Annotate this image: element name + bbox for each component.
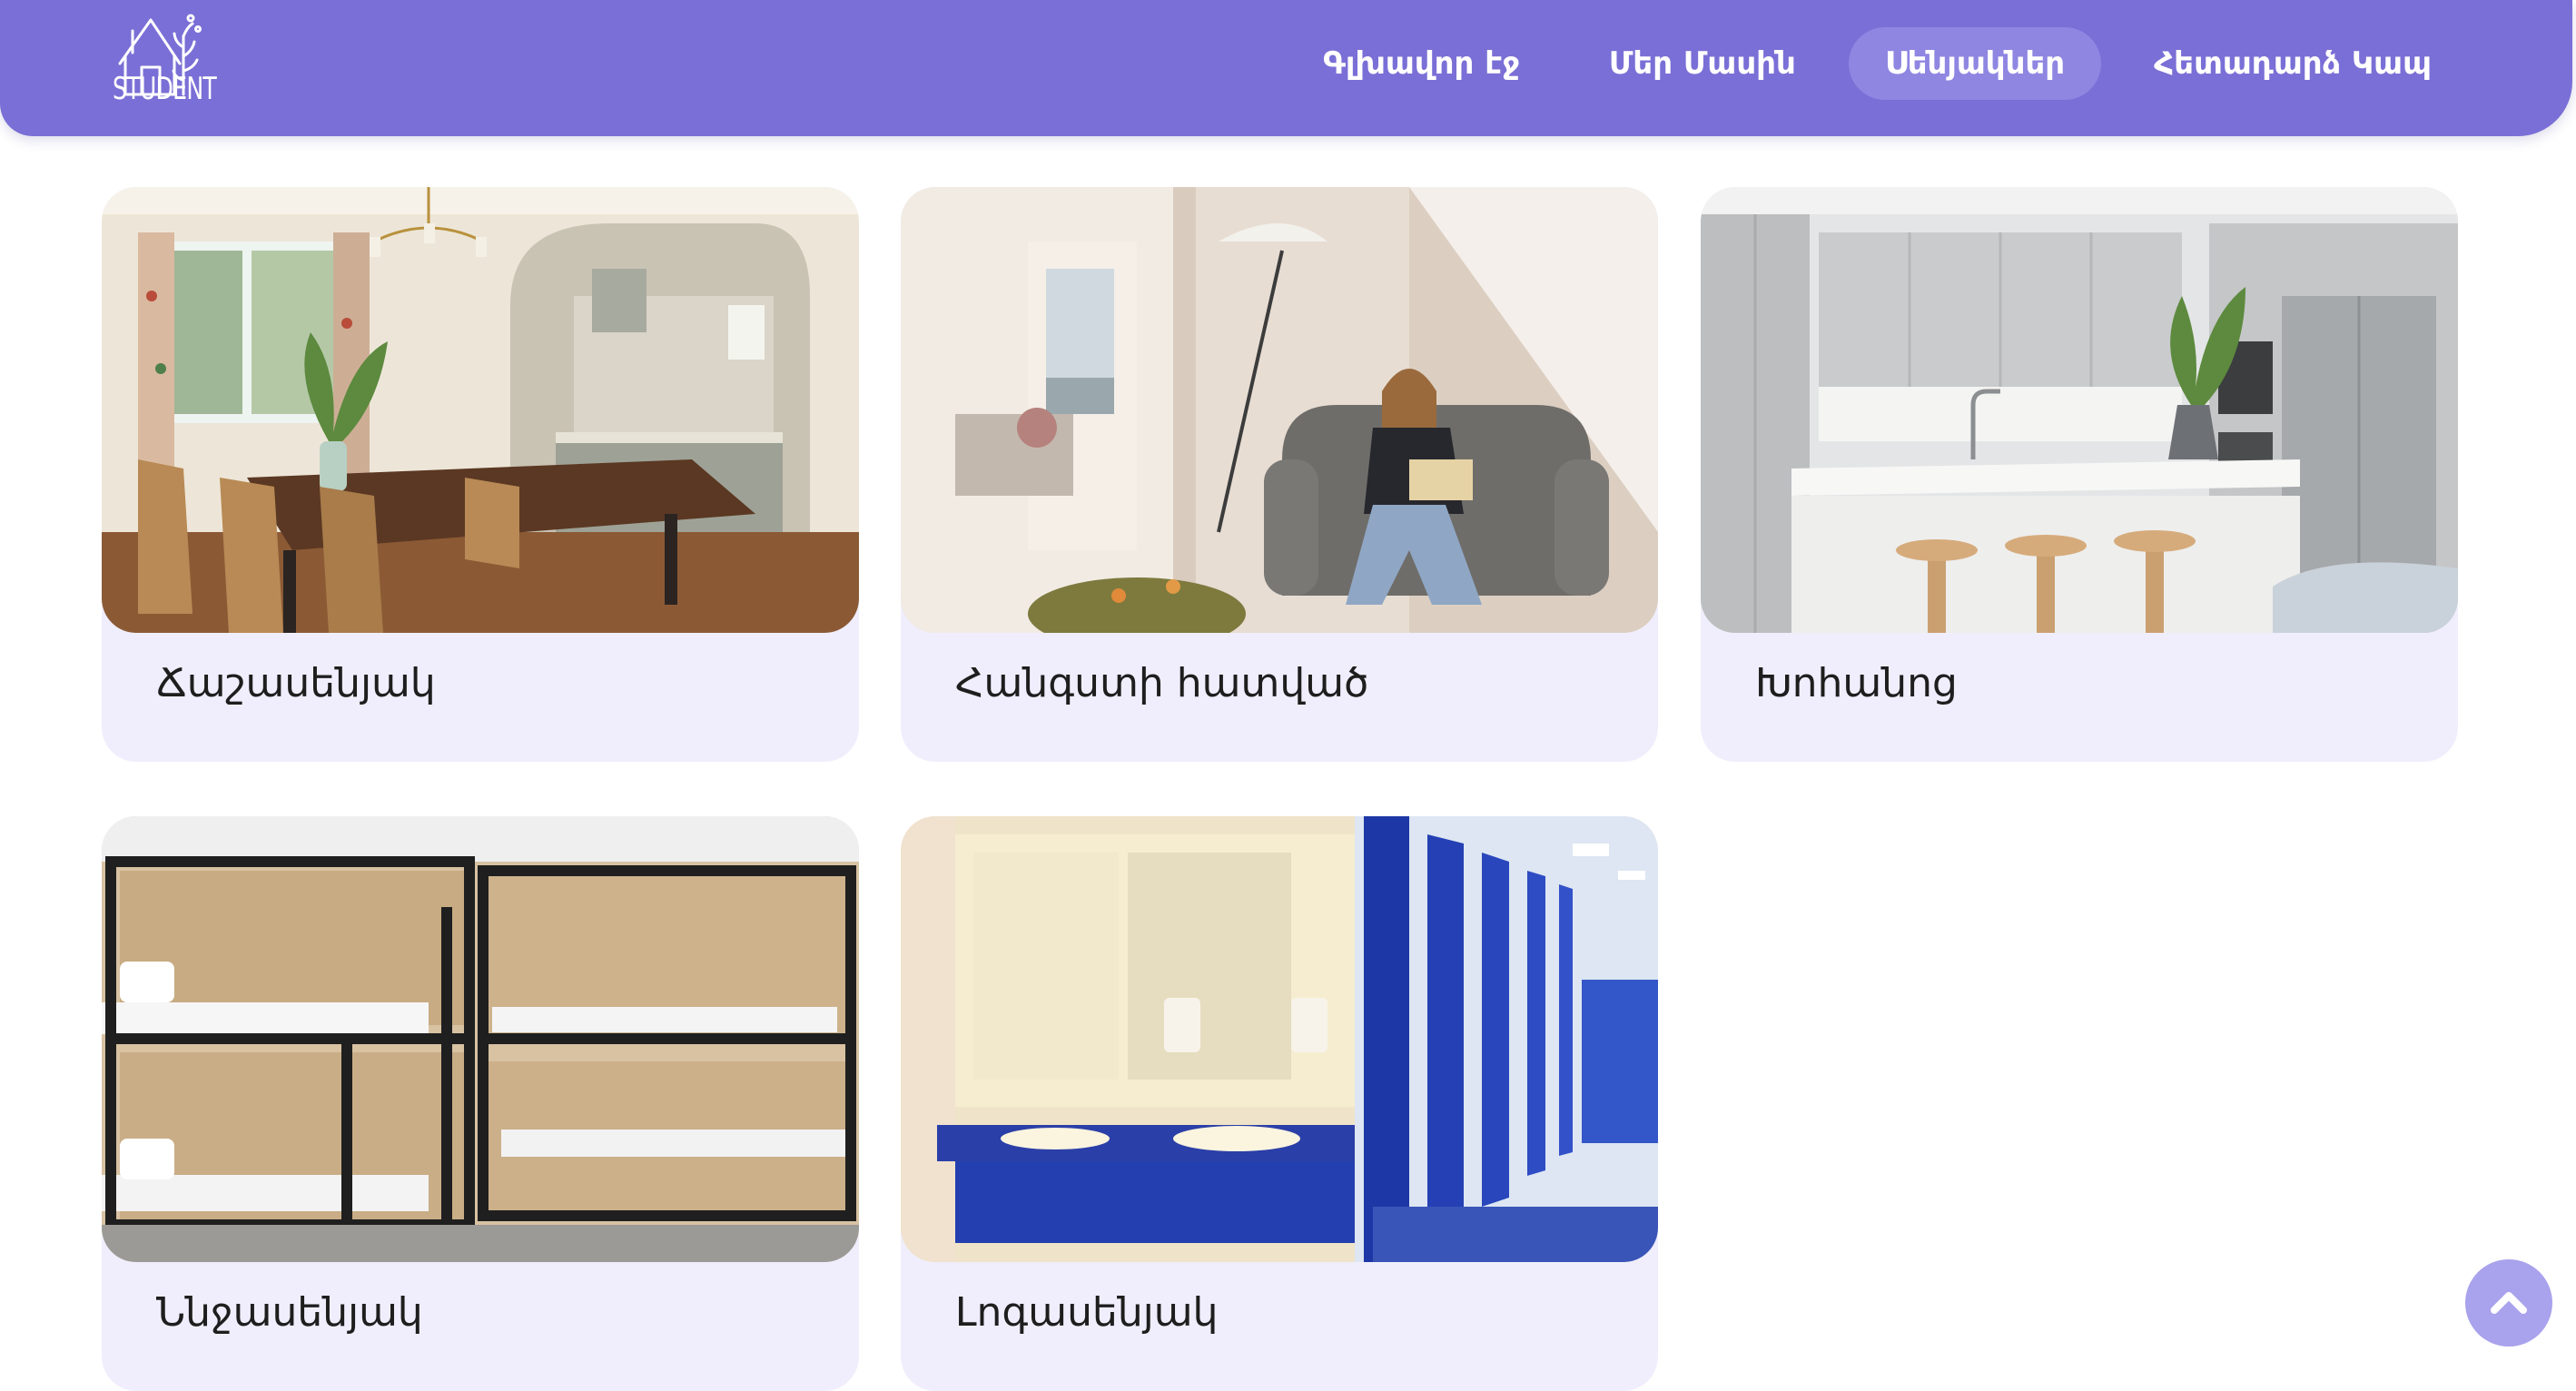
room-label: Լոգասենյակ (955, 1289, 1219, 1336)
room-card-dining[interactable]: Ճաշասենյակ (102, 187, 859, 762)
kitchen-image (1701, 187, 2458, 633)
bathroom-image (901, 816, 1658, 1262)
nav-item-contact[interactable]: Հետադարձ Կապ (2117, 27, 2468, 100)
site-header: STUDENT Գլխավոր էջ Մեր Մասին Սենյակներ Հ… (0, 0, 2572, 136)
lounge-image (901, 187, 1658, 633)
nav-item-home[interactable]: Գլխավոր էջ (1287, 27, 1556, 100)
bedroom-image (102, 816, 859, 1262)
room-card-bathroom[interactable]: Լոգասենյակ (901, 816, 1658, 1391)
main-nav: Գլխավոր էջ Մեր Մասին Սենյակներ Հետադարձ … (1287, 27, 2468, 100)
room-label: Ճաշասենյակ (156, 660, 436, 706)
room-card-lounge[interactable]: Հանգստի հատված (901, 187, 1658, 762)
dining-room-image (102, 187, 859, 633)
logo-text: STUDENT (113, 71, 217, 107)
room-card-kitchen[interactable]: Խոհանոց (1701, 187, 2458, 762)
room-label: Ննջասենյակ (156, 1289, 423, 1336)
chevron-up-icon (2491, 1292, 2527, 1314)
room-label: Խոհանոց (1755, 660, 1958, 706)
room-label: Հանգստի հատված (955, 660, 1369, 706)
nav-item-about[interactable]: Մեր Մասին (1573, 27, 1832, 100)
scroll-to-top-button[interactable] (2465, 1259, 2552, 1347)
room-card-bedroom[interactable]: Ննջասենյակ (102, 816, 859, 1391)
nav-item-rooms[interactable]: Սենյակներ (1848, 27, 2102, 100)
